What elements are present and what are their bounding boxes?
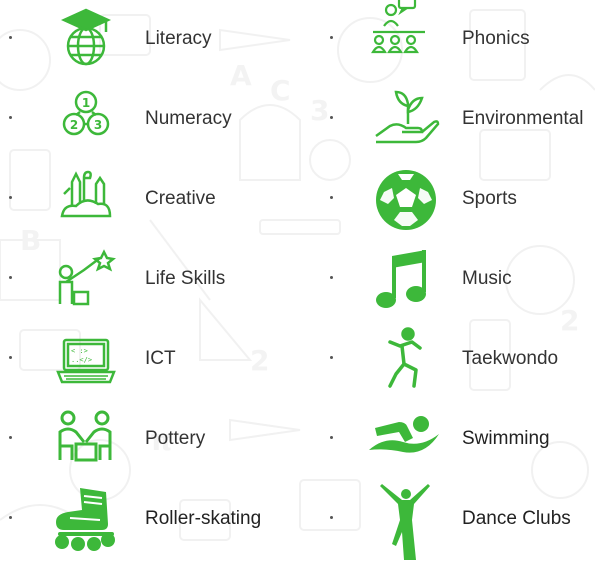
hand-plant-icon <box>372 84 444 156</box>
bullet <box>330 116 333 119</box>
activities-grid: Literacy 12 3 Numeracy Creative Life Skil… <box>0 0 595 561</box>
list-item-creative: Creative <box>0 160 300 240</box>
svg-text:3: 3 <box>94 118 102 132</box>
list-item-pottery: Pottery <box>0 400 300 480</box>
svg-text:..</>: ..</> <box>71 356 92 364</box>
item-label: Literacy <box>145 28 212 49</box>
list-item-dance-clubs: Dance Clubs <box>300 480 595 560</box>
bullet <box>330 356 333 359</box>
item-label: Music <box>462 268 512 289</box>
bullet <box>330 36 333 39</box>
music-note-icon <box>370 244 442 316</box>
speaking-group-icon <box>365 0 437 68</box>
graduation-globe-icon <box>50 4 122 76</box>
bullet <box>330 276 333 279</box>
bullet <box>330 196 333 199</box>
pottery-people-icon <box>50 404 122 476</box>
bullet <box>330 516 333 519</box>
bullet <box>9 516 12 519</box>
item-label: ICT <box>145 348 176 369</box>
list-item-phonics: Phonics <box>300 0 595 80</box>
martial-arts-icon <box>370 324 442 396</box>
item-label: Roller-skating <box>145 508 262 529</box>
laptop-code-icon: < :> ..</> <box>50 324 122 396</box>
swimmer-icon <box>365 404 445 476</box>
item-label: Numeracy <box>145 108 232 129</box>
bullet <box>9 196 12 199</box>
art-supplies-icon <box>50 164 122 236</box>
bullet <box>9 276 12 279</box>
list-item-literacy: Literacy <box>0 0 300 80</box>
bullet <box>330 436 333 439</box>
bullet <box>9 116 12 119</box>
svg-text:2: 2 <box>70 118 78 132</box>
list-item-life-skills: Life Skills <box>0 240 300 320</box>
bullet <box>9 436 12 439</box>
list-item-sports: Sports <box>300 160 595 240</box>
item-label: Sports <box>462 188 517 209</box>
list-item-music: Music <box>300 240 595 320</box>
item-label: Pottery <box>145 428 206 449</box>
item-label: Life Skills <box>145 268 226 289</box>
item-label: Environmental <box>462 108 584 129</box>
item-label: Swimming <box>462 428 550 449</box>
svg-text:1: 1 <box>82 96 90 110</box>
item-label: Dance Clubs <box>462 508 571 529</box>
list-item-environmental: Environmental <box>300 80 595 160</box>
list-item-swimming: Swimming <box>300 400 595 480</box>
soccer-ball-icon <box>370 164 442 236</box>
teacher-board-icon <box>50 244 122 316</box>
list-item-ict: < :> ..</> ICT <box>0 320 300 400</box>
list-item-taekwondo: Taekwondo <box>300 320 595 400</box>
svg-text:< :>: < :> <box>71 347 88 355</box>
bullet <box>9 36 12 39</box>
item-label: Creative <box>145 188 216 209</box>
numbers-123-icon: 12 3 <box>50 84 122 156</box>
item-label: Phonics <box>462 28 530 49</box>
dancer-icon <box>368 480 440 560</box>
list-item-roller-skating: Roller-skating <box>0 480 300 560</box>
list-item-numeracy: 12 3 Numeracy <box>0 80 300 160</box>
item-label: Taekwondo <box>462 348 559 369</box>
bullet <box>9 356 12 359</box>
roller-skate-icon <box>50 484 122 556</box>
